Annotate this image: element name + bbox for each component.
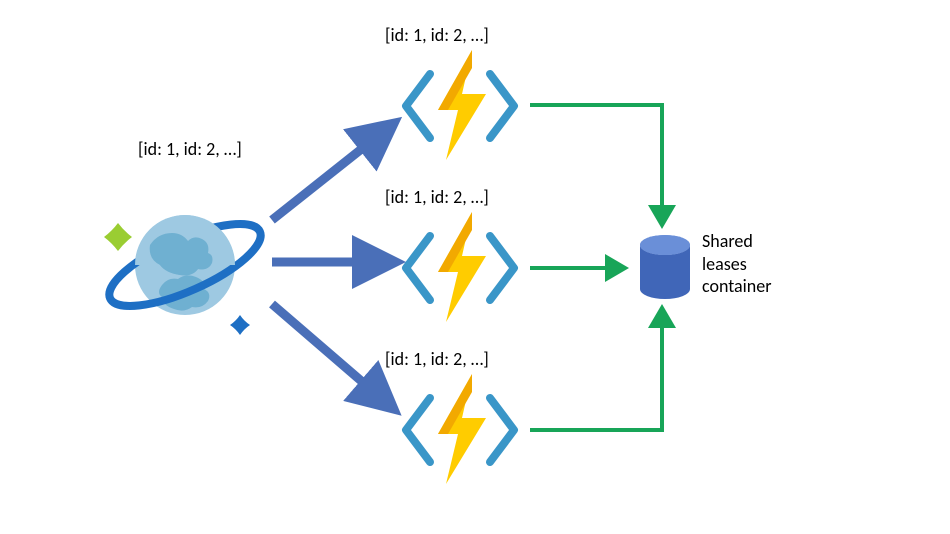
database-label: Shared leases container [702,230,772,298]
database-icon [638,234,692,300]
database-label-line3: container [702,275,772,297]
database-label-line2: leases [702,253,747,275]
database-label-line1: Shared [702,230,753,252]
arrow-fn3-to-db [0,0,950,534]
